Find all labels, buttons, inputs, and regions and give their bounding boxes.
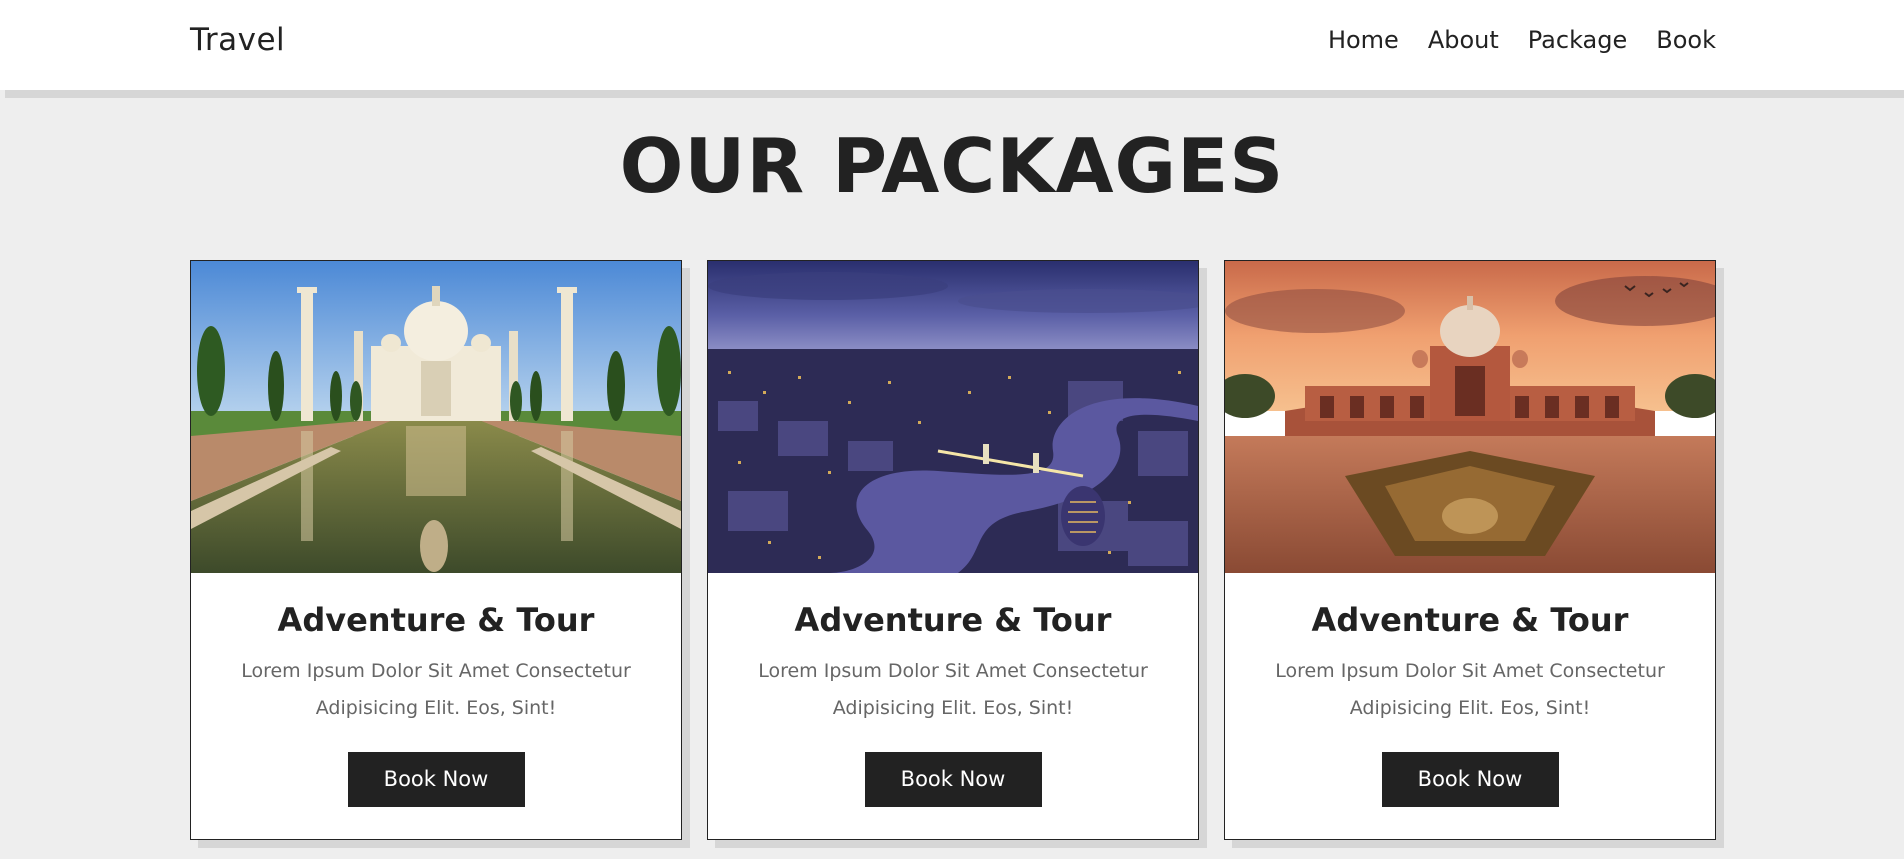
card-description: Lorem Ipsum Dolor Sit Amet Consectetur A… xyxy=(241,660,631,719)
package-card: Adventure & Tour Lorem Ipsum Dolor Sit A… xyxy=(707,260,1199,840)
humayun-tomb-sunset-photo xyxy=(1225,261,1715,573)
site-logo[interactable]: Travel xyxy=(190,22,285,58)
book-now-button[interactable]: Book Now xyxy=(347,752,525,807)
package-cards: Adventure & Tour Lorem Ipsum Dolor Sit A… xyxy=(190,260,1716,840)
london-night-city-photo xyxy=(708,261,1198,573)
main-nav: Home About Package Book xyxy=(1328,26,1716,54)
nav-link-home[interactable]: Home xyxy=(1328,26,1399,54)
package-card: Adventure & Tour Lorem Ipsum Dolor Sit A… xyxy=(1224,260,1716,840)
card-description: Lorem Ipsum Dolor Sit Amet Consectetur A… xyxy=(758,660,1148,719)
nav-link-package[interactable]: Package xyxy=(1528,26,1627,54)
site-header: Travel Home About Package Book xyxy=(0,0,1904,90)
card-title: Adventure & Tour xyxy=(794,601,1112,639)
nav-link-about[interactable]: About xyxy=(1428,26,1499,54)
card-title: Adventure & Tour xyxy=(277,601,595,639)
package-card: Adventure & Tour Lorem Ipsum Dolor Sit A… xyxy=(190,260,682,840)
packages-heading: OUR PACKAGES xyxy=(619,122,1285,210)
taj-mahal-photo xyxy=(191,261,681,573)
nav-link-book[interactable]: Book xyxy=(1656,26,1716,54)
book-now-button[interactable]: Book Now xyxy=(864,752,1042,807)
card-title: Adventure & Tour xyxy=(1311,601,1629,639)
card-description: Lorem Ipsum Dolor Sit Amet Consectetur A… xyxy=(1275,660,1665,719)
book-now-button[interactable]: Book Now xyxy=(1381,752,1559,807)
